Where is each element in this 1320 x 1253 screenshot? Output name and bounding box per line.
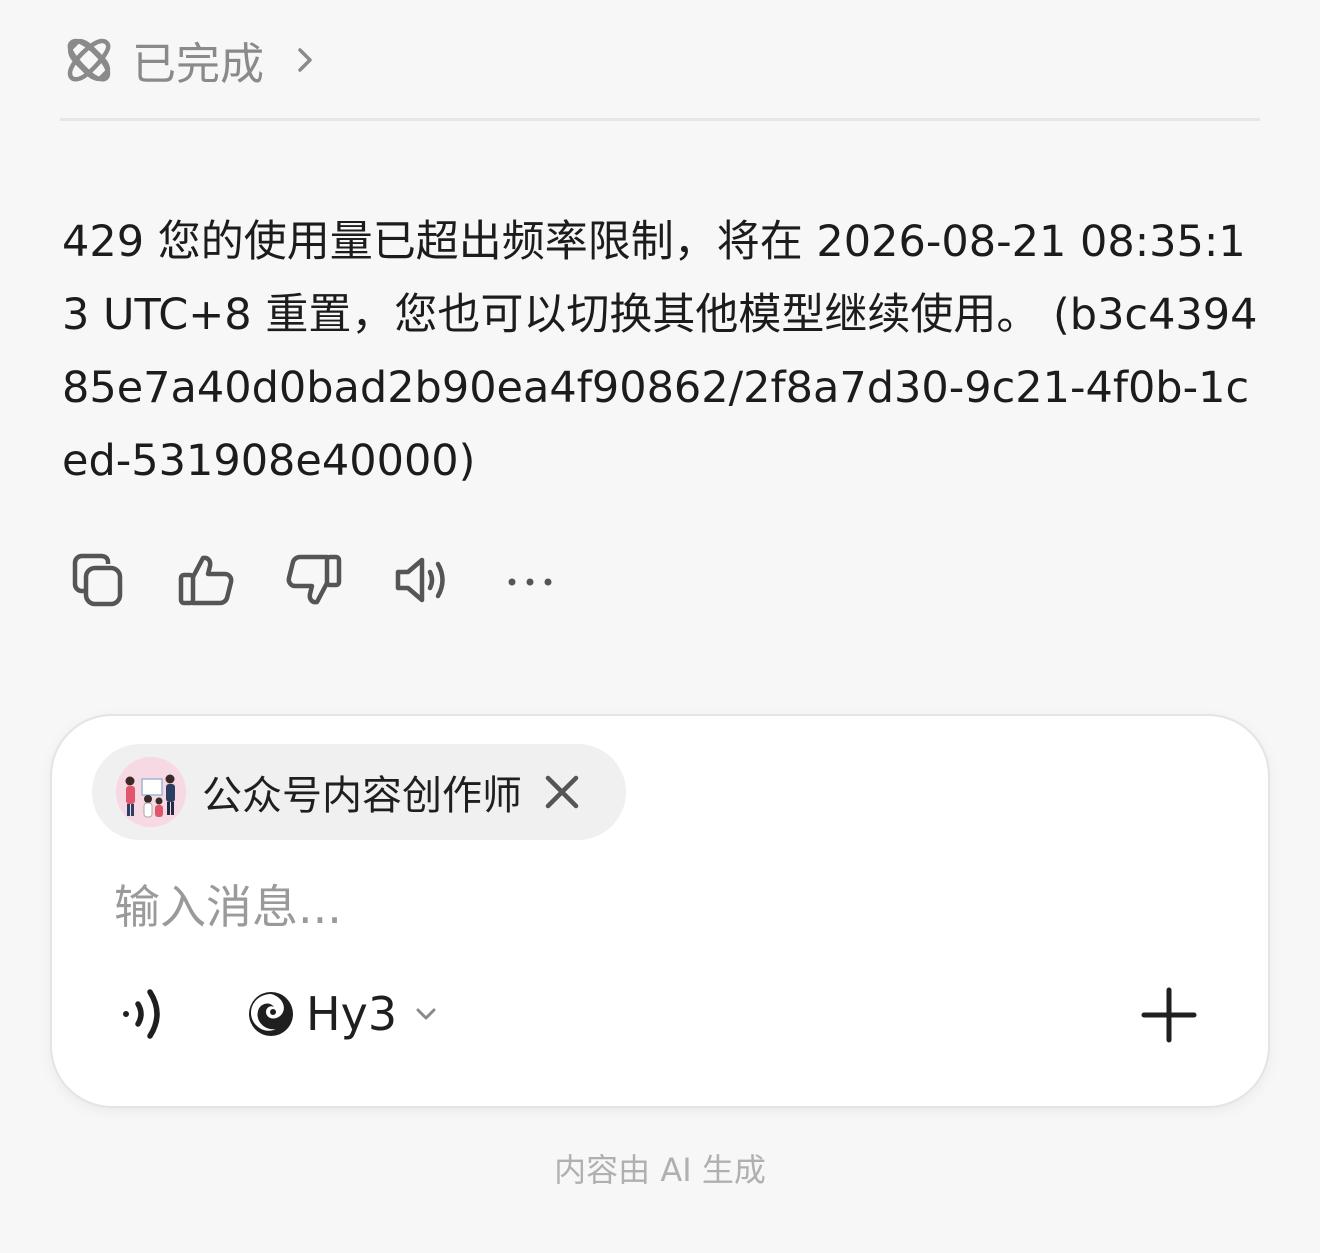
thumbs-down-icon: [286, 554, 342, 605]
agent-chip[interactable]: 公众号内容创作师: [92, 744, 626, 840]
divider: [60, 118, 1260, 121]
status-label: 已完成: [132, 39, 264, 90]
more-button[interactable]: [498, 548, 562, 612]
agent-chip-label: 公众号内容创作师: [202, 773, 522, 819]
model-name: Hy3: [306, 987, 398, 1041]
message-input[interactable]: [114, 872, 1214, 942]
like-button[interactable]: [174, 548, 238, 612]
close-icon[interactable]: [540, 770, 584, 814]
agent-avatar: [116, 757, 186, 827]
voice-wave-icon: [123, 989, 160, 1039]
chevron-right-icon: [298, 48, 312, 72]
copy-button[interactable]: [66, 548, 130, 612]
voice-input-button[interactable]: [116, 984, 176, 1044]
add-attachment-button[interactable]: [1140, 986, 1198, 1044]
assistant-message: 429 您的使用量已超出频率限制，将在 2026-08-21 08:35:13 …: [62, 217, 1258, 486]
speaker-icon: [395, 557, 445, 603]
copy-icon: [72, 553, 123, 607]
more-icon: [508, 578, 552, 586]
atom-icon: [67, 38, 111, 82]
ai-disclaimer: 内容由 AI 生成: [554, 1151, 766, 1189]
model-selector[interactable]: Hy3: [246, 982, 437, 1046]
chevron-down-icon: [416, 1008, 436, 1020]
plus-icon: [1141, 987, 1197, 1043]
hunyuan-logo-icon: [249, 992, 293, 1036]
thumbs-up-icon: [178, 555, 234, 606]
message-composer: 公众号内容创作师 Hy3: [50, 714, 1270, 1108]
message-actions: [66, 545, 606, 615]
dislike-button[interactable]: [282, 548, 346, 612]
completion-status[interactable]: 已完成: [62, 28, 316, 92]
read-aloud-button[interactable]: [390, 548, 454, 612]
